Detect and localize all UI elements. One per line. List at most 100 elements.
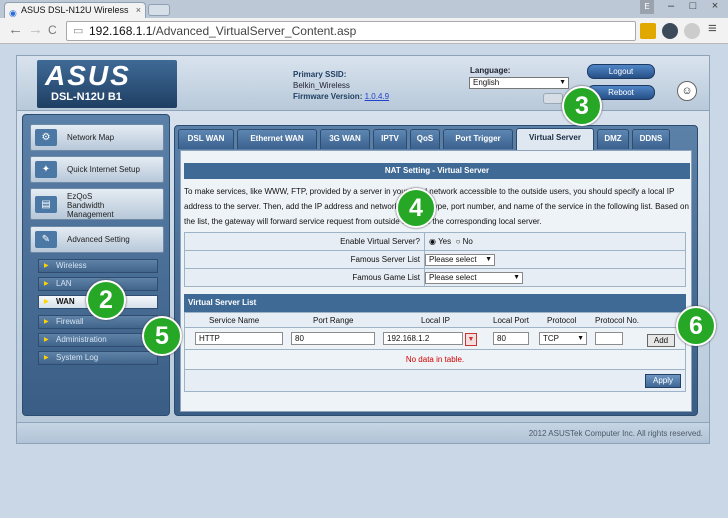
sidebar-item-label: Management [67, 210, 114, 219]
virtual-server-input-row: HTTP 80 192.168.1.2 80 TCP ▼ [184, 328, 686, 350]
chevron-down-icon: ▼ [485, 256, 492, 263]
sidebar-item-advanced-setting[interactable]: ✎ Advanced Setting [30, 226, 164, 253]
address-bar[interactable]: ▭ 192.168.1.1/Advanced_VirtualServer_Con… [66, 21, 636, 41]
panel-title: NAT Setting - Virtual Server [184, 163, 690, 179]
tab-ethernet-wan[interactable]: Ethernet WAN [237, 129, 317, 149]
close-tab-icon[interactable]: × [136, 3, 141, 17]
famous-game-value: Please select [429, 273, 477, 282]
famous-game-row: Famous Game List Please select ▼ [184, 269, 686, 287]
browser-tabstrip: ◉ ASUS DSL-N12U Wireless × E – □ × [0, 0, 728, 18]
close-window-button[interactable]: × [706, 0, 724, 14]
router-info: Primary SSID: Belkin_Wireless Firmware V… [293, 69, 389, 102]
famous-game-label: Famous Game List [185, 269, 425, 286]
sidebar-item-label: Firewall [56, 317, 84, 326]
sidebar-item-label: System Log [56, 353, 99, 362]
tab-dmz[interactable]: DMZ [597, 129, 629, 149]
set-language-button[interactable] [543, 93, 563, 104]
tab-qos[interactable]: QoS [410, 129, 440, 149]
language-value: English [473, 78, 500, 87]
apply-button[interactable]: Apply [645, 374, 681, 388]
logout-button[interactable]: Logout [587, 64, 655, 79]
triangle-right-icon: ▶ [44, 355, 49, 361]
maximize-button[interactable]: □ [684, 0, 702, 14]
language-select[interactable]: English ▼ [469, 77, 569, 89]
copyright-footer: 2012 ASUSTek Computer Inc. All rights re… [16, 422, 710, 444]
service-name-input[interactable]: HTTP [195, 332, 283, 345]
col-local-port: Local Port [493, 316, 530, 325]
sidebar-item-administration[interactable]: ▶ Administration [38, 333, 158, 347]
callout-badge-3: 3 [562, 86, 602, 126]
ssid-value: Belkin_Wireless [293, 81, 350, 90]
col-local-ip: Local IP [421, 316, 450, 325]
famous-game-select[interactable]: Please select ▼ [425, 272, 523, 284]
back-icon[interactable]: ← [8, 22, 23, 38]
protocol-no-input[interactable] [595, 332, 623, 345]
minimize-button[interactable]: – [662, 0, 680, 14]
sidebar-item-label: WAN [56, 297, 75, 306]
tab-ddns[interactable]: DDNS [632, 129, 670, 149]
no-data-message: No data in table. [184, 350, 686, 370]
page-icon: ▭ [73, 25, 84, 37]
sidebar-item-quick-internet-setup[interactable]: ✦ Quick Internet Setup [30, 156, 164, 183]
asus-logo: ASUS DSL-N12U B1 [37, 60, 177, 108]
chevron-down-icon: ▼ [513, 274, 520, 281]
local-ip-input[interactable]: 192.168.1.2 [383, 332, 463, 345]
callout-badge-5: 5 [142, 316, 182, 356]
sidebar-item-label: EzQoS [67, 192, 93, 201]
local-ip-dropdown-icon[interactable]: ▼ [465, 333, 477, 346]
radio-no[interactable]: ○ [456, 237, 461, 246]
url-path: /Advanced_VirtualServer_Content.asp [152, 24, 357, 38]
triangle-right-icon: ▶ [44, 299, 49, 305]
radio-yes-label: Yes [438, 237, 452, 246]
famous-server-value: Please select [429, 255, 477, 264]
menu-icon[interactable]: ≡ [708, 21, 717, 37]
add-button[interactable]: Add [647, 334, 675, 347]
radio-yes[interactable]: ◉ [429, 237, 436, 246]
local-port-input[interactable]: 80 [493, 332, 529, 345]
help-mascot-icon[interactable]: ☺ [677, 81, 697, 101]
panel-description: To make services, like WWW, FTP, provide… [184, 187, 689, 226]
sidebar-item-label: Administration [56, 335, 107, 344]
enable-virtual-server-row: Enable Virtual Server? ◉ Yes ○ No [184, 232, 686, 251]
sidebar-item-system-log[interactable]: ▶ System Log [38, 351, 158, 365]
extension-icon-shield[interactable] [662, 23, 678, 39]
browser-tab[interactable]: ◉ ASUS DSL-N12U Wireless × [4, 2, 146, 18]
sidebar-item-network-map[interactable]: ⚙ Network Map [30, 124, 164, 151]
new-tab-button[interactable] [148, 4, 170, 16]
famous-server-select[interactable]: Please select ▼ [425, 254, 495, 266]
protocol-value: TCP [543, 334, 559, 343]
port-range-input[interactable]: 80 [291, 332, 375, 345]
sidebar-item-label: LAN [56, 279, 72, 288]
forward-icon[interactable]: → [28, 22, 43, 38]
extension-icon-yellow[interactable] [640, 23, 656, 39]
famous-server-label: Famous Server List [185, 251, 425, 268]
sidebar-item-wireless[interactable]: ▶ Wireless [38, 259, 158, 273]
wizard-icon: ✦ [35, 161, 57, 178]
tab-3g-wan[interactable]: 3G WAN [320, 129, 370, 149]
browser-tab-title: ASUS DSL-N12U Wireless [21, 5, 129, 15]
tab-virtual-server[interactable]: Virtual Server [516, 128, 594, 150]
sidebar-item-ezqos[interactable]: ▤ EzQoS Bandwidth Management [30, 188, 164, 220]
url-host: 192.168.1.1 [89, 24, 153, 38]
protocol-select[interactable]: TCP ▼ [539, 332, 587, 345]
triangle-right-icon: ▶ [44, 337, 49, 343]
chevron-down-icon: ▼ [577, 335, 584, 342]
famous-server-row: Famous Server List Please select ▼ [184, 251, 686, 269]
callout-badge-6: 6 [676, 306, 716, 346]
user-profile-badge[interactable]: E [640, 0, 654, 14]
triangle-right-icon: ▶ [44, 281, 49, 287]
ssid-label: Primary SSID: [293, 70, 347, 79]
radio-no-label: No [462, 237, 473, 246]
cloud-icon[interactable] [684, 23, 700, 39]
firmware-link[interactable]: 1.0.4.9 [365, 92, 389, 101]
tab-port-trigger[interactable]: Port Trigger [443, 129, 513, 149]
sidebar-item-label: Quick Internet Setup [67, 165, 140, 174]
tab-iptv[interactable]: IPTV [373, 129, 407, 149]
apply-row [184, 370, 686, 392]
col-port-range: Port Range [313, 316, 354, 325]
reload-icon[interactable]: C [48, 22, 57, 38]
sidebar-item-label: Wireless [56, 261, 87, 270]
language-label: Language: [470, 66, 511, 75]
tab-dsl-wan[interactable]: DSL WAN [178, 129, 234, 149]
sidebar-item-label: Bandwidth [67, 201, 105, 210]
